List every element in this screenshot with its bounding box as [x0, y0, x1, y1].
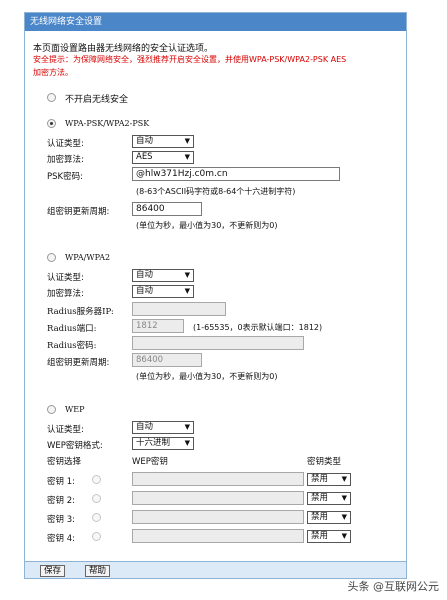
wep-key-radio[interactable]	[92, 513, 101, 522]
wep-key-label: 密钥 3:	[47, 515, 75, 525]
wep-auth-label: 认证类型:	[47, 425, 84, 435]
psk-password-hint: (8-63个ASCII码字符或8-64个十六进制字符)	[136, 187, 296, 196]
button-bar: 保存 帮助	[24, 562, 407, 579]
wep-key-type-select[interactable]: 禁用 ▼	[307, 530, 351, 543]
wep-key-type-value: 禁用	[311, 531, 329, 541]
wep-auth-select[interactable]: 自动 ▼	[132, 421, 194, 434]
chevron-down-icon: ▼	[184, 153, 190, 161]
wep-key-input[interactable]	[132, 510, 304, 524]
wep-format-select[interactable]: 十六进制 ▼	[132, 437, 194, 450]
help-button[interactable]: 帮助	[85, 565, 111, 577]
wep-key-label: 密钥 1:	[47, 477, 75, 487]
wep-key-type-select[interactable]: 禁用 ▼	[307, 492, 351, 505]
wep-key-input[interactable]	[132, 491, 304, 505]
watermark: 头条 @互联网公元	[347, 580, 440, 593]
wep-col-select: 密钥选择	[47, 457, 82, 467]
radius-port-label: Radius端口:	[47, 324, 97, 334]
wpa-radio[interactable]	[47, 253, 56, 262]
wpa-psk-radio[interactable]	[47, 119, 56, 128]
wep-key-radio[interactable]	[92, 494, 101, 503]
wep-key-input[interactable]	[132, 472, 304, 486]
wep-key-type-select[interactable]: 禁用 ▼	[307, 473, 351, 486]
psk-password-label: PSK密码:	[47, 172, 83, 182]
wep-key-type-select[interactable]: 禁用 ▼	[307, 511, 351, 524]
wep-key-type-value: 禁用	[311, 474, 329, 484]
wep-key-label: 密钥 4:	[47, 534, 75, 544]
wep-format-label: WEP密钥格式:	[47, 441, 103, 451]
wpa-enc-select[interactable]: 自动 ▼	[132, 285, 194, 298]
radius-password-label: Radius密码:	[47, 341, 97, 351]
wpa-psk-auth-select[interactable]: 自动 ▼	[132, 135, 194, 148]
wpa-section-label: WPA/WPA2	[65, 253, 111, 262]
wpa-enc-label: 加密算法:	[47, 289, 84, 299]
wpa-psk-enc-value: AES	[136, 152, 153, 162]
wep-col-key: WEP密钥	[132, 457, 168, 467]
chevron-down-icon: ▼	[184, 439, 190, 447]
wpa-psk-section-label: WPA-PSK/WPA2-PSK	[65, 119, 150, 128]
intro-text: 本页面设置路由器无线网络的安全认证选项。	[33, 44, 214, 54]
wep-format-value: 十六进制	[136, 438, 171, 448]
wpa-psk-auth-value: 自动	[136, 136, 154, 146]
wpa-renew-hint: (单位为秒，最小值为30，不更新则为0)	[136, 372, 278, 381]
chevron-down-icon: ▼	[341, 494, 347, 502]
wep-key-label: 密钥 2:	[47, 496, 75, 506]
wpa-psk-enc-label: 加密算法:	[47, 155, 84, 165]
wep-key-input[interactable]	[132, 529, 304, 543]
wpa-psk-renew-label: 组密钥更新周期:	[47, 207, 110, 217]
no-security-radio[interactable]	[47, 93, 56, 102]
wep-key-radio[interactable]	[92, 475, 101, 484]
psk-password-input[interactable]: @hlw371Hzj.c0m.cn	[132, 167, 340, 181]
radius-ip-input[interactable]	[132, 302, 226, 316]
wep-col-type: 密钥类型	[307, 457, 342, 467]
radius-port-input[interactable]: 1812	[132, 319, 184, 333]
warning-line-1: 安全提示：为保障网络安全，强烈推荐开启安全设置，并使用WPA-PSK/WPA2-…	[33, 55, 347, 64]
wpa-psk-auth-label: 认证类型:	[47, 139, 84, 149]
chevron-down-icon: ▼	[184, 271, 190, 279]
wpa-renew-input[interactable]: 86400	[132, 353, 202, 367]
radius-password-input[interactable]	[132, 336, 304, 350]
wep-key-type-value: 禁用	[311, 512, 329, 522]
wpa-enc-value: 自动	[136, 286, 154, 296]
chevron-down-icon: ▼	[341, 475, 347, 483]
wpa-auth-label: 认证类型:	[47, 273, 84, 283]
wep-key-type-value: 禁用	[311, 493, 329, 503]
wpa-renew-label: 组密钥更新周期:	[47, 358, 110, 368]
chevron-down-icon: ▼	[184, 423, 190, 431]
wpa-psk-renew-hint: (单位为秒，最小值为30，不更新则为0)	[136, 221, 278, 230]
wep-key-radio[interactable]	[92, 532, 101, 541]
chevron-down-icon: ▼	[184, 137, 190, 145]
wep-radio[interactable]	[47, 405, 56, 414]
no-security-label: 不开启无线安全	[65, 95, 129, 105]
chevron-down-icon: ▼	[184, 287, 190, 295]
chevron-down-icon: ▼	[341, 532, 347, 540]
wep-section-label: WEP	[65, 405, 85, 414]
radius-ip-label: Radius服务器IP:	[47, 307, 114, 317]
wpa-psk-enc-select[interactable]: AES ▼	[132, 151, 194, 164]
panel-title: 无线网络安全设置	[25, 13, 406, 31]
radius-port-hint: (1-65535，0表示默认端口：1812)	[193, 323, 323, 332]
wpa-psk-renew-input[interactable]: 86400	[132, 202, 202, 216]
chevron-down-icon: ▼	[341, 513, 347, 521]
wep-auth-value: 自动	[136, 422, 154, 432]
save-button[interactable]: 保存	[40, 565, 66, 577]
security-settings-panel: 无线网络安全设置 本页面设置路由器无线网络的安全认证选项。 安全提示：为保障网络…	[24, 12, 407, 562]
wpa-auth-value: 自动	[136, 270, 154, 280]
warning-line-2: 加密方法。	[33, 68, 73, 77]
wpa-auth-select[interactable]: 自动 ▼	[132, 269, 194, 282]
